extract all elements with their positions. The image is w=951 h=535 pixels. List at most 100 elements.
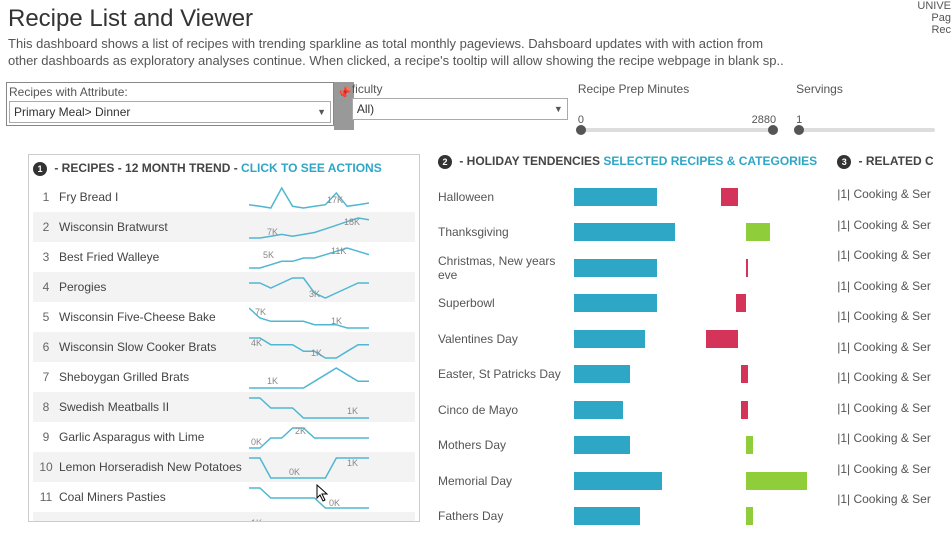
recipe-sparkline: 1K bbox=[249, 364, 415, 390]
holiday-bar-delta bbox=[746, 259, 748, 277]
panel1-number-icon: 1 bbox=[33, 162, 47, 176]
holiday-bar-chart bbox=[574, 365, 819, 383]
holiday-name: Thanksgiving bbox=[438, 225, 574, 239]
recipe-sparkline: 0K bbox=[249, 484, 415, 510]
holiday-name: Christmas, New years eve bbox=[438, 254, 574, 282]
recipe-row[interactable]: 12Booyah Chicken1K bbox=[33, 512, 415, 522]
related-category-row[interactable]: |1| Cooking & Ser bbox=[837, 332, 933, 363]
slider-thumb-min[interactable] bbox=[576, 125, 586, 135]
holiday-row[interactable]: Fathers Day bbox=[438, 499, 819, 535]
related-category-row[interactable]: |1| Cooking & Ser bbox=[837, 240, 933, 271]
holiday-bar-chart bbox=[574, 401, 819, 419]
attribute-dropdown[interactable]: Primary Meal> Dinner ▼ bbox=[9, 101, 331, 123]
recipe-sparkline: 1K bbox=[249, 514, 415, 522]
related-category-row[interactable]: |1| Cooking & Ser bbox=[837, 179, 933, 210]
recipe-rank: 11 bbox=[33, 490, 59, 504]
spark-value-label: 1K bbox=[251, 518, 262, 522]
holiday-bar-delta bbox=[741, 401, 748, 419]
holiday-bar-delta bbox=[746, 472, 807, 490]
attribute-filter-box: Recipes with Attribute: Primary Meal> Di… bbox=[6, 82, 334, 126]
recipe-row[interactable]: 1Fry Bread I17K bbox=[33, 182, 415, 212]
recipe-name: Perogies bbox=[59, 280, 249, 294]
holiday-bar-chart bbox=[574, 507, 819, 525]
recipe-name: Sheboygan Grilled Brats bbox=[59, 370, 249, 384]
related-category-row[interactable]: |1| Cooking & Ser bbox=[837, 271, 933, 302]
holiday-row[interactable]: Thanksgiving bbox=[438, 215, 819, 251]
holiday-name: Easter, St Patricks Day bbox=[438, 367, 574, 381]
recipe-row[interactable]: 3Best Fried Walleye5K11K bbox=[33, 242, 415, 272]
spark-value-label: 1K bbox=[347, 406, 358, 416]
recipe-name: Booyah Chicken bbox=[59, 520, 249, 522]
spark-value-label: 1K bbox=[347, 458, 358, 468]
holiday-bar-chart bbox=[574, 436, 819, 454]
recipe-row[interactable]: 5Wisconsin Five-Cheese Bake7K1K bbox=[33, 302, 415, 332]
panel2-title-a: HOLIDAY TENDENCIES bbox=[467, 154, 604, 168]
related-category-row[interactable]: |1| Cooking & Ser bbox=[837, 454, 933, 485]
recipe-name: Lemon Horseradish New Potatoes bbox=[59, 460, 249, 474]
holiday-name: Fathers Day bbox=[438, 509, 574, 523]
recipe-rank: 7 bbox=[33, 370, 59, 384]
recipe-rank: 1 bbox=[33, 190, 59, 204]
holiday-row[interactable]: Halloween bbox=[438, 179, 819, 215]
holiday-bar-primary bbox=[574, 365, 630, 383]
holiday-name: Memorial Day bbox=[438, 474, 574, 488]
prep-minutes-slider[interactable] bbox=[578, 128, 776, 132]
holiday-name: Valentines Day bbox=[438, 332, 574, 346]
recipe-sparkline: 1K bbox=[249, 394, 415, 420]
recipe-name: Wisconsin Bratwurst bbox=[59, 220, 249, 234]
recipe-row[interactable]: 11Coal Miners Pasties0K bbox=[33, 482, 415, 512]
recipe-name: Wisconsin Five-Cheese Bake bbox=[59, 310, 249, 324]
holiday-row[interactable]: Mothers Day bbox=[438, 428, 819, 464]
recipe-name: Coal Miners Pasties bbox=[59, 490, 249, 504]
holiday-row[interactable]: Cinco de Mayo bbox=[438, 392, 819, 428]
recipe-row[interactable]: 8Swedish Meatballs II1K bbox=[33, 392, 415, 422]
related-category-row[interactable]: |1| Cooking & Ser bbox=[837, 301, 933, 332]
holiday-bar-chart bbox=[574, 472, 819, 490]
related-category-row[interactable]: |1| Cooking & Ser bbox=[837, 423, 933, 454]
recipe-name: Wisconsin Slow Cooker Brats bbox=[59, 340, 249, 354]
related-category-row[interactable]: |1| Cooking & Ser bbox=[837, 393, 933, 424]
recipe-sparkline: 7K18K bbox=[249, 214, 415, 240]
holiday-bar-chart bbox=[574, 294, 819, 312]
related-category-row[interactable]: |1| Cooking & Ser bbox=[837, 484, 933, 515]
holiday-row[interactable]: Christmas, New years eve bbox=[438, 250, 819, 286]
recipe-rank: 12 bbox=[33, 520, 59, 522]
holiday-bar-chart bbox=[574, 330, 819, 348]
panel2-title-b: SELECTED RECIPES & CATEGORIES bbox=[603, 154, 817, 168]
holiday-bar-primary bbox=[574, 472, 662, 490]
related-category-row[interactable]: |1| Cooking & Ser bbox=[837, 210, 933, 241]
recipe-row[interactable]: 7Sheboygan Grilled Brats1K bbox=[33, 362, 415, 392]
recipe-row[interactable]: 6Wisconsin Slow Cooker Brats4K1K bbox=[33, 332, 415, 362]
chevron-down-icon: ▼ bbox=[317, 107, 326, 117]
holiday-row[interactable]: Memorial Day bbox=[438, 463, 819, 499]
holiday-bar-chart bbox=[574, 223, 819, 241]
spark-value-label: 7K bbox=[267, 227, 278, 237]
recipe-name: Best Fried Walleye bbox=[59, 250, 249, 264]
spark-value-label: 3K bbox=[309, 289, 320, 299]
holiday-row[interactable]: Easter, St Patricks Day bbox=[438, 357, 819, 393]
related-category-row[interactable]: |1| Cooking & Ser bbox=[837, 362, 933, 393]
recipe-sparkline: 17K bbox=[249, 184, 415, 210]
spark-value-label: 7K bbox=[255, 307, 266, 317]
corner-text-1: UNIVE bbox=[917, 0, 951, 12]
recipe-row[interactable]: 4Perogies3K bbox=[33, 272, 415, 302]
panel1-title: RECIPES - 12 MONTH TREND - bbox=[62, 161, 241, 175]
holiday-bar-delta bbox=[706, 330, 738, 348]
holiday-row[interactable]: Valentines Day bbox=[438, 321, 819, 357]
holiday-row[interactable]: Superbowl bbox=[438, 286, 819, 322]
recipe-row[interactable]: 2Wisconsin Bratwurst7K18K bbox=[33, 212, 415, 242]
recipes-panel: 1 - RECIPES - 12 MONTH TREND - CLICK TO … bbox=[28, 154, 420, 522]
servings-slider[interactable] bbox=[796, 128, 935, 132]
page-subtitle: This dashboard shows a list of recipes w… bbox=[8, 36, 788, 70]
holiday-bar-primary bbox=[574, 507, 640, 525]
panel3-title: RELATED CAT bbox=[866, 154, 933, 168]
slider-thumb-min[interactable] bbox=[794, 125, 804, 135]
recipe-row[interactable]: 10Lemon Horseradish New Potatoes0K1K bbox=[33, 452, 415, 482]
panel1-actions-link[interactable]: CLICK TO SEE ACTIONS bbox=[241, 161, 382, 175]
recipe-row[interactable]: 9Garlic Asparagus with Lime0K2K bbox=[33, 422, 415, 452]
slider-thumb-max[interactable] bbox=[768, 125, 778, 135]
recipe-name: Swedish Meatballs II bbox=[59, 400, 249, 414]
spark-value-label: 17K bbox=[327, 195, 343, 205]
difficulty-dropdown[interactable]: All) ▼ bbox=[352, 98, 568, 120]
spark-value-label: 1K bbox=[311, 348, 322, 358]
